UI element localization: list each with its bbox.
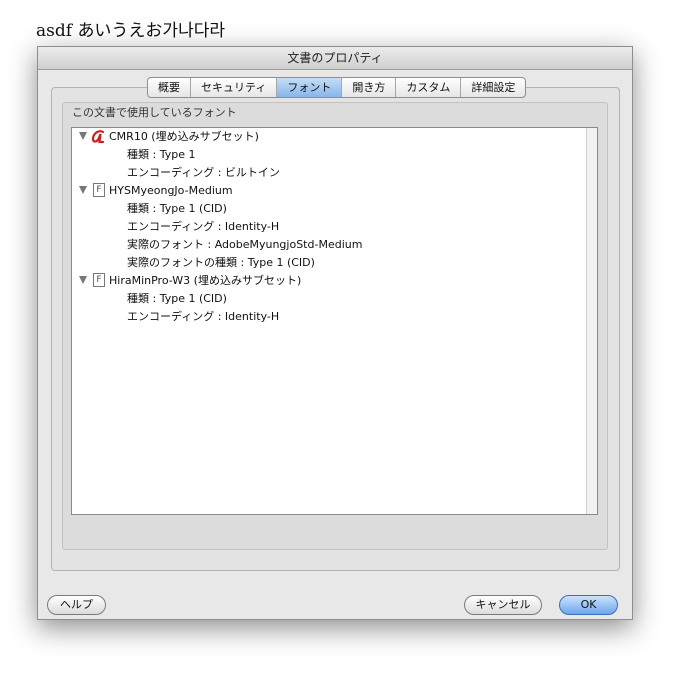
font-property-text: エンコーディング : Identity-H	[127, 310, 280, 323]
font-property-text: 種類 : Type 1	[127, 148, 196, 161]
tab-security[interactable]: セキュリティ	[190, 78, 276, 97]
font-property-text: 実際のフォント : AdobeMyungjoStd-Medium	[127, 238, 363, 251]
disclosure-triangle-icon[interactable]	[79, 276, 87, 284]
document-properties-dialog: 文書のプロパティ 概要 セキュリティ フォント 開き方 カスタム 詳細設定 この…	[37, 46, 633, 620]
disclosure-triangle-icon[interactable]	[79, 186, 87, 194]
type1-font-icon	[91, 130, 105, 144]
tab-advanced[interactable]: 詳細設定	[460, 78, 525, 97]
document-font-icon: F	[93, 183, 105, 197]
disclosure-triangle-icon[interactable]	[79, 132, 87, 140]
document-heading: asdf あいうえお가나다라	[36, 21, 225, 41]
font-property-text: 種類 : Type 1 (CID)	[127, 202, 227, 215]
help-button[interactable]: ヘルプ	[47, 595, 106, 615]
font-name: HYSMyeongJo-Medium	[109, 184, 233, 197]
cancel-button[interactable]: キャンセル	[464, 595, 542, 615]
font-row[interactable]: CMR10 (埋め込みサブセット)	[72, 128, 597, 146]
font-property-text: 種類 : Type 1 (CID)	[127, 292, 227, 305]
ok-button[interactable]: OK	[559, 595, 618, 615]
tab-bar: 概要 セキュリティ フォント 開き方 カスタム 詳細設定	[147, 77, 527, 98]
tab-fonts[interactable]: フォント	[276, 78, 342, 97]
tab-content-panel: この文書で使用しているフォント CMR10 (埋め込みサブセット) 種類 : T…	[51, 87, 620, 571]
dialog-title: 文書のプロパティ	[38, 47, 632, 70]
font-property-text: エンコーディング : ビルトイン	[127, 166, 280, 179]
fonts-group-box: この文書で使用しているフォント CMR10 (埋め込みサブセット) 種類 : T…	[62, 102, 608, 550]
vertical-scrollbar[interactable]	[586, 128, 597, 514]
tab-overview[interactable]: 概要	[148, 78, 190, 97]
font-property-text: 実際のフォントの種類 : Type 1 (CID)	[127, 256, 315, 269]
fonts-group-label: この文書で使用しているフォント	[72, 106, 237, 119]
tab-custom[interactable]: カスタム	[395, 78, 460, 97]
font-row[interactable]: F HiraMinPro-W3 (埋め込みサブセット)	[72, 272, 597, 290]
font-row[interactable]: F HYSMyeongJo-Medium	[72, 182, 597, 200]
font-name: HiraMinPro-W3 (埋め込みサブセット)	[109, 274, 302, 287]
font-name: CMR10 (埋め込みサブセット)	[109, 130, 259, 143]
font-property-text: エンコーディング : Identity-H	[127, 220, 280, 233]
document-font-icon: F	[93, 273, 105, 287]
tab-initial-view[interactable]: 開き方	[341, 78, 395, 97]
font-list[interactable]: CMR10 (埋め込みサブセット) 種類 : Type 1 エンコーディング :…	[71, 127, 598, 515]
